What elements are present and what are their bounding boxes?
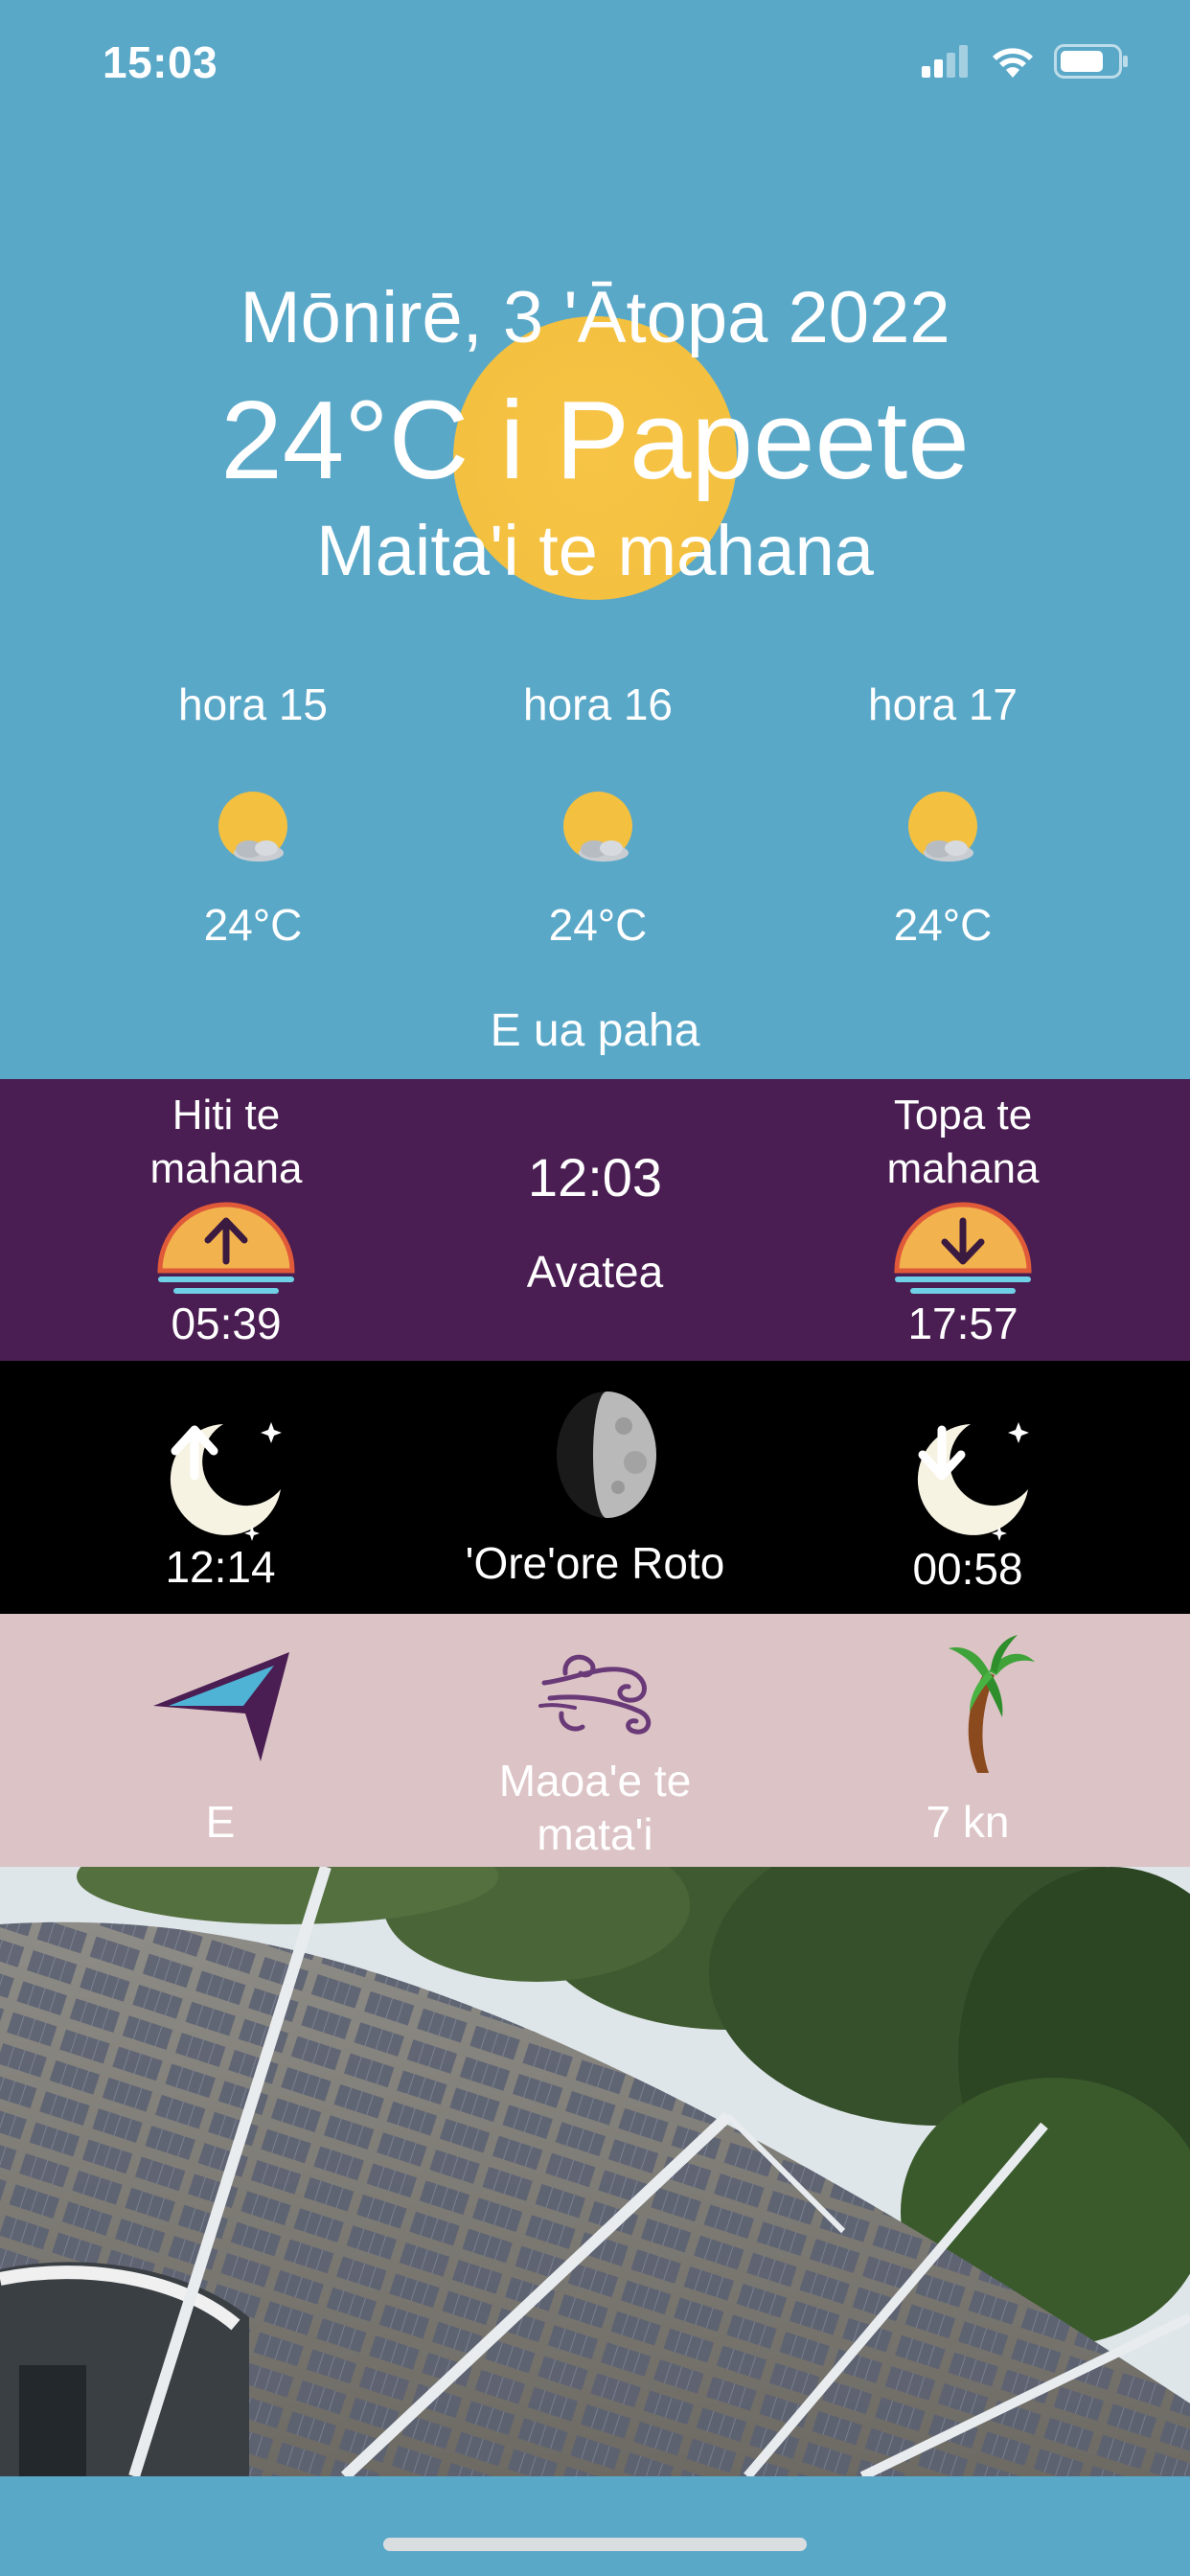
sunrise-block: Hiti te mahana 05:39: [82, 1089, 370, 1349]
date-label: Mōnirē, 3 'Ātopa 2022: [240, 277, 950, 358]
location-photo: [0, 1867, 1190, 2476]
palm-tree-icon: [935, 1633, 1041, 1777]
hour-temperature: 24°C: [893, 900, 993, 950]
sunrise-label-line1: Hiti te: [172, 1092, 281, 1138]
hourly-item: hora 16 24°C: [454, 678, 742, 951]
wind-speed: 7 kn: [926, 1797, 1010, 1847]
wifi-icon: [993, 48, 1033, 78]
status-icons: [922, 44, 1129, 79]
moonset-time: 00:58: [912, 1544, 1023, 1594]
sun-cloud-icon: [213, 790, 293, 870]
status-time: 15:03: [103, 37, 218, 87]
sunset-label-line1: Topa te: [893, 1092, 1033, 1138]
sunset-label-line2: mahana: [886, 1145, 1040, 1192]
signal-icon: [922, 45, 968, 78]
hourly-forecast: hora 15 24°C hora 16 24°C hora 17 24°C: [0, 678, 1190, 956]
moonset-icon: [896, 1403, 1040, 1547]
hour-label: hora 17: [867, 679, 1018, 729]
moonset-block: 00:58: [872, 1403, 1064, 1595]
wind-band: E Maoa'e te mata'i 7 kn: [0, 1614, 1190, 1867]
current-condition: Maita'i te mahana: [316, 511, 874, 590]
status-bar: 15:03: [0, 0, 1190, 134]
moon-phase-icon: [549, 1388, 664, 1522]
wind-condition-line1: Maoa'e te: [498, 1756, 692, 1806]
wind-icon: [537, 1644, 661, 1740]
forecast-summary: E ua paha: [490, 1005, 700, 1056]
battery-icon: [1054, 44, 1128, 79]
wind-direction-label: E: [205, 1797, 236, 1847]
sunset-block: Topa te mahana 17:57: [819, 1089, 1107, 1349]
hour-temperature: 24°C: [203, 900, 303, 950]
sunset-icon: [891, 1202, 1035, 1298]
sun-times-band: Hiti te mahana 05:39 12:03 Avatea Topa t…: [0, 1079, 1190, 1361]
wind-condition: Maoa'e te mata'i: [403, 1754, 787, 1861]
hour-label: hora 15: [177, 679, 328, 729]
weather-screen: 15:03 Mōnirē, 3 'Ātopa 2022 24°C i Papee…: [0, 0, 1190, 2576]
sunrise-time: 05:39: [171, 1299, 282, 1348]
hourly-item: hora 15 24°C: [109, 678, 397, 951]
wind-direction-icon: [149, 1648, 293, 1763]
hour-temperature: 24°C: [548, 900, 648, 950]
current-temperature-city: 24°C i Papeete: [220, 378, 970, 502]
sunset-time: 17:57: [907, 1299, 1018, 1348]
wind-condition-line2: mata'i: [537, 1809, 653, 1859]
hourly-item: hora 17 24°C: [799, 678, 1087, 951]
moonrise-icon: [149, 1403, 292, 1547]
hour-label: hora 16: [522, 679, 673, 729]
sun-cloud-icon: [903, 790, 983, 870]
moon-band: 12:14 'Ore'ore Roto 00:58: [0, 1361, 1190, 1614]
sun-cloud-icon: [558, 790, 638, 870]
home-indicator[interactable]: [383, 2538, 807, 2551]
